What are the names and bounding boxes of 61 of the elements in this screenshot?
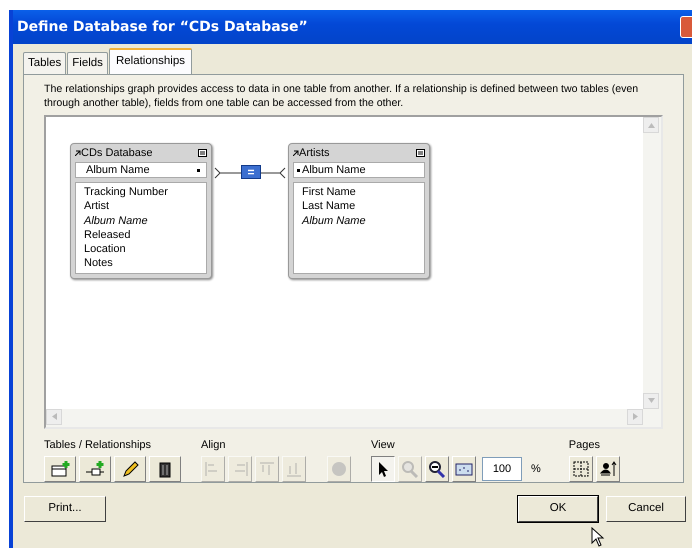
right-arrow-icon	[632, 413, 638, 420]
group-label: View	[371, 438, 396, 452]
fit-tool-button[interactable]	[452, 456, 476, 482]
match-field-row[interactable]: Album Name	[75, 162, 207, 178]
delete-tool-button[interactable]	[149, 456, 181, 482]
dialog-button[interactable]: Cancel	[606, 496, 686, 522]
dialog-button[interactable]: OK	[518, 496, 598, 522]
field-name: Album Name	[302, 214, 366, 228]
field-name: Tracking Number	[84, 185, 168, 200]
table-plus-icon	[50, 460, 70, 478]
tab[interactable]: Tables	[23, 52, 66, 74]
group-label: Pages	[568, 438, 601, 452]
tab[interactable]: Fields	[67, 52, 108, 74]
relationships-graph[interactable]: CDs Database Album Name Tracking Number Artist Album Name Released Location Notes Artists Album Name First Name Last Name Album Name =	[44, 115, 663, 428]
field-name: Artist	[84, 199, 110, 214]
group-label: Tables / Relationships	[44, 438, 152, 452]
match-field-name: Album Name	[302, 162, 366, 178]
description-text: The relationships graph provides access to data in one table from another. If a relationship is defined between two tables (even through another table), fields from one table can be accessed from the other.	[44, 82, 640, 110]
window-title: Define Database for “CDs Database”	[17, 18, 308, 36]
zoom-field[interactable]: 100	[482, 457, 522, 481]
zoom-out-icon	[427, 460, 447, 478]
table-node[interactable]: Artists Album Name First Name Last Name Album Name	[288, 143, 430, 279]
connector-plus-icon	[85, 460, 105, 478]
field-name: Album Name	[84, 214, 148, 228]
table-name: CDs Database	[81, 146, 153, 161]
field-name: Location	[84, 242, 126, 256]
mouse-cursor-icon	[591, 527, 605, 548]
person-arrow-icon	[598, 460, 618, 478]
collapse-icon[interactable]	[198, 149, 207, 157]
pencil-icon	[120, 460, 140, 478]
edit-tool-button[interactable]	[114, 456, 146, 482]
scrollbar-corner	[643, 408, 661, 426]
field-name: Notes	[84, 256, 113, 271]
field-name: First Name	[302, 185, 356, 200]
up-arrow-icon	[648, 122, 654, 128]
field-name: Released	[84, 228, 130, 242]
relationship-line[interactable]	[213, 165, 287, 179]
page-setup-tool-button[interactable]	[596, 456, 620, 482]
match-field-name: Album Name	[86, 162, 150, 178]
dashed-grid-icon	[570, 460, 591, 478]
table-name: Artists	[299, 146, 330, 161]
percent-label: %	[531, 462, 541, 477]
left-arrow-icon	[52, 413, 56, 420]
add-relationship-tool-button[interactable]	[79, 456, 111, 482]
circle-icon	[329, 460, 349, 478]
add-table-tool-button[interactable]	[44, 456, 76, 482]
align-top-icon	[257, 460, 277, 478]
match-field-row[interactable]: Album Name	[293, 162, 425, 178]
relationship-operator[interactable]: =	[241, 165, 261, 179]
page-breaks-tool-button[interactable]	[568, 456, 593, 482]
pointer-tool-button[interactable]	[371, 456, 395, 482]
align-bottom-icon	[284, 460, 304, 478]
down-arrow-icon	[648, 398, 654, 403]
group-label: Align	[201, 438, 226, 452]
dialog-button[interactable]: Print...	[24, 496, 106, 522]
table-node[interactable]: CDs Database Album Name Tracking Number Artist Album Name Released Location Notes	[70, 143, 212, 279]
field-name: Last Name	[302, 199, 356, 214]
tab[interactable]: Relationships	[108, 48, 192, 74]
zoom-out-tool-button[interactable]	[425, 456, 449, 482]
magnifier-icon	[400, 460, 420, 478]
collapse-icon[interactable]	[416, 149, 425, 157]
